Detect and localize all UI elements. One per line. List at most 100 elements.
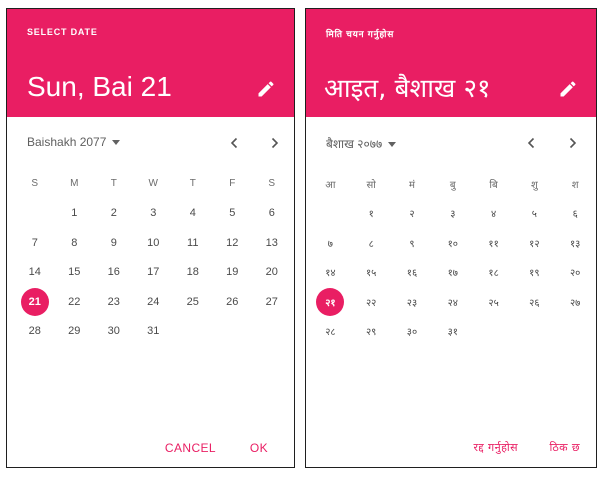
day-cell[interactable]: २४: [432, 287, 473, 317]
day-number: २४: [447, 297, 458, 309]
day-number: १७: [447, 268, 458, 280]
day-cell[interactable]: ३०: [392, 317, 433, 347]
day-number: १८: [488, 268, 499, 280]
day-number: ४: [490, 209, 497, 221]
day-cell[interactable]: 22: [55, 287, 95, 317]
day-cell[interactable]: 27: [252, 287, 292, 317]
day-cell[interactable]: 8: [55, 228, 95, 258]
day-number: ८: [368, 238, 374, 250]
day-cell[interactable]: ६: [555, 199, 596, 229]
weekday-header: W: [148, 178, 158, 190]
day-cell[interactable]: 3: [134, 199, 174, 229]
day-cell[interactable]: २६: [514, 287, 555, 317]
day-cell[interactable]: १७: [432, 258, 473, 288]
day-cell[interactable]: १६: [392, 258, 433, 288]
day-cell[interactable]: 11: [173, 228, 213, 258]
day-cell[interactable]: 26: [213, 287, 253, 317]
day-cell[interactable]: 28: [15, 317, 55, 347]
calendar-grid: S M T W T F S 1 2 3 4 5 6 7 8 9 10 11 12 13 14 15 16 17 18 19 20 21…: [15, 169, 287, 346]
day-cell[interactable]: २: [392, 199, 433, 229]
day-cell[interactable]: 31: [134, 317, 174, 347]
day-cell[interactable]: 30: [94, 317, 134, 347]
day-cell[interactable]: 19: [213, 258, 253, 288]
ok-button[interactable]: ठिक छ: [550, 440, 581, 455]
day-cell[interactable]: 9: [94, 228, 134, 258]
day-cell[interactable]: 25: [173, 287, 213, 317]
weekday-header: M: [70, 178, 79, 190]
day-cell[interactable]: १९: [514, 258, 555, 288]
day-number: २०: [569, 268, 581, 280]
day-cell-selected[interactable]: 21: [15, 287, 55, 317]
day-cell[interactable]: ४: [473, 199, 514, 229]
day-cell[interactable]: २३: [392, 287, 433, 317]
day-cell[interactable]: 16: [94, 258, 134, 288]
cancel-button[interactable]: CANCEL: [165, 441, 216, 455]
day-cell[interactable]: 29: [55, 317, 95, 347]
day-cell[interactable]: २७: [555, 287, 596, 317]
day-cell[interactable]: 4: [173, 199, 213, 229]
weekday-header: T: [189, 178, 196, 190]
day-cell[interactable]: ३: [432, 199, 473, 229]
day-cell[interactable]: १०: [432, 228, 473, 258]
day-cell[interactable]: 5: [213, 199, 253, 229]
day-cell[interactable]: 2: [94, 199, 134, 229]
day-cell[interactable]: 6: [252, 199, 292, 229]
select-date-label: SELECT DATE: [27, 27, 98, 37]
pencil-icon[interactable]: [256, 79, 276, 99]
day-cell[interactable]: १२: [514, 228, 555, 258]
day-cell[interactable]: ९: [392, 228, 433, 258]
weekday-header: T: [110, 178, 117, 190]
day-number: 19: [226, 266, 239, 279]
weekday-header: मं: [409, 179, 415, 191]
day-cell[interactable]: २८: [310, 317, 351, 347]
month-year-label: Baishakh 2077: [27, 135, 107, 149]
day-cell[interactable]: 24: [134, 287, 174, 317]
day-cell[interactable]: 12: [213, 228, 253, 258]
day-cell[interactable]: 10: [134, 228, 174, 258]
day-cell[interactable]: ८: [351, 228, 392, 258]
day-cell[interactable]: १४: [310, 258, 351, 288]
day-cell-selected[interactable]: २१: [310, 287, 351, 317]
day-cell[interactable]: १: [351, 199, 392, 229]
day-cell[interactable]: 20: [252, 258, 292, 288]
day-cell[interactable]: 7: [15, 228, 55, 258]
month-year-dropdown[interactable]: Baishakh 2077: [27, 135, 121, 149]
calendar-grid: आ सो मं बु बि शु श १ २ ३ ४ ५ ६ ७ ८ ९ १० ११ १२ १३ १४ १५ १६ १७ १८ १…: [310, 169, 594, 346]
month-year-label: बैशाख २०७७: [326, 137, 383, 151]
day-number: 14: [28, 266, 41, 279]
prev-month-button[interactable]: [222, 131, 246, 155]
day-cell[interactable]: 17: [134, 258, 174, 288]
cancel-button[interactable]: रद्द गर्नुहोस: [473, 440, 518, 455]
day-cell[interactable]: २२: [351, 287, 392, 317]
ok-button[interactable]: OK: [250, 441, 268, 455]
day-cell[interactable]: २९: [351, 317, 392, 347]
day-cell[interactable]: 23: [94, 287, 134, 317]
day-cell[interactable]: ५: [514, 199, 555, 229]
day-number: १२: [529, 238, 540, 250]
day-cell[interactable]: 15: [55, 258, 95, 288]
day-cell[interactable]: 1: [55, 199, 95, 229]
caret-down-icon: [112, 140, 121, 146]
day-cell[interactable]: २५: [473, 287, 514, 317]
day-cell[interactable]: 13: [252, 228, 292, 258]
month-year-dropdown[interactable]: बैशाख २०७७: [326, 135, 397, 152]
prev-month-button[interactable]: [519, 131, 543, 155]
day-cell[interactable]: ७: [310, 228, 351, 258]
pencil-icon[interactable]: [558, 79, 578, 99]
day-number: 22: [68, 295, 81, 308]
dialog-actions: CANCEL OK: [7, 435, 294, 455]
selected-date-title[interactable]: आइत, बैशाख २१: [324, 69, 491, 105]
caret-down-icon: [388, 142, 397, 148]
empty-day-cell: [15, 199, 55, 229]
day-cell[interactable]: १३: [555, 228, 596, 258]
next-month-button[interactable]: [263, 131, 287, 155]
day-cell[interactable]: १८: [473, 258, 514, 288]
day-cell[interactable]: ३१: [432, 317, 473, 347]
day-cell[interactable]: 18: [173, 258, 213, 288]
day-cell[interactable]: 14: [15, 258, 55, 288]
day-cell[interactable]: २०: [555, 258, 596, 288]
day-cell[interactable]: १५: [351, 258, 392, 288]
next-month-button[interactable]: [561, 131, 585, 155]
day-cell[interactable]: ११: [473, 228, 514, 258]
selected-date-title[interactable]: Sun, Bai 21: [27, 71, 172, 103]
